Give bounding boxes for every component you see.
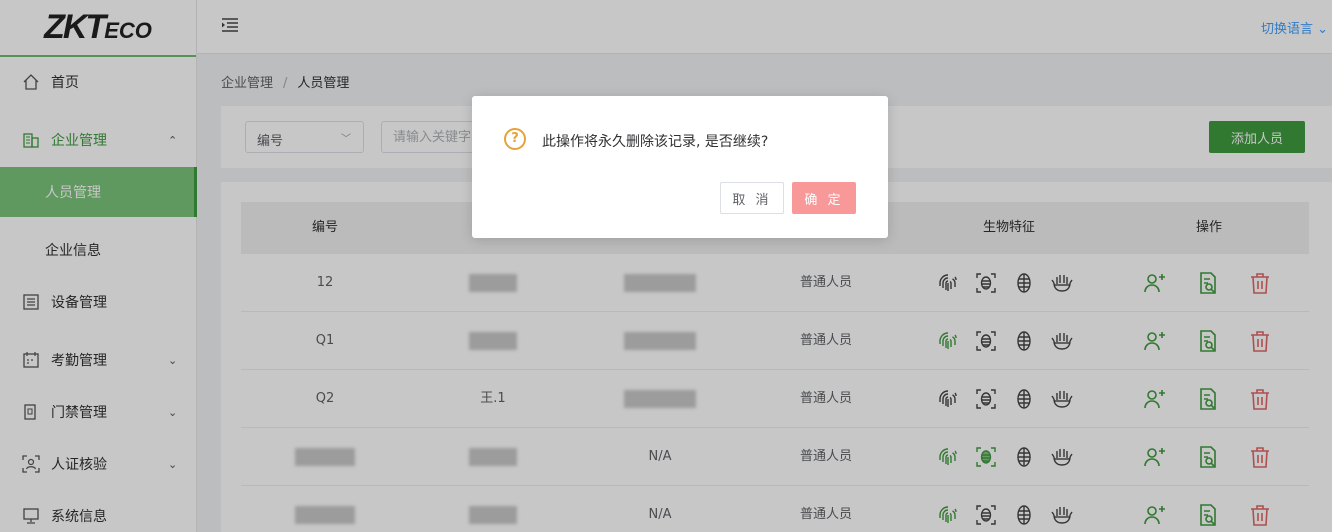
modal-overlay[interactable] bbox=[0, 0, 1332, 532]
confirm-button[interactable]: 确 定 bbox=[792, 182, 856, 214]
confirm-delete-dialog: ? 此操作将永久删除该记录, 是否继续? 取 消 确 定 bbox=[472, 96, 888, 238]
question-icon: ? bbox=[504, 128, 526, 150]
dialog-message: 此操作将永久删除该记录, 是否继续? bbox=[542, 134, 769, 150]
cancel-button[interactable]: 取 消 bbox=[720, 182, 784, 214]
